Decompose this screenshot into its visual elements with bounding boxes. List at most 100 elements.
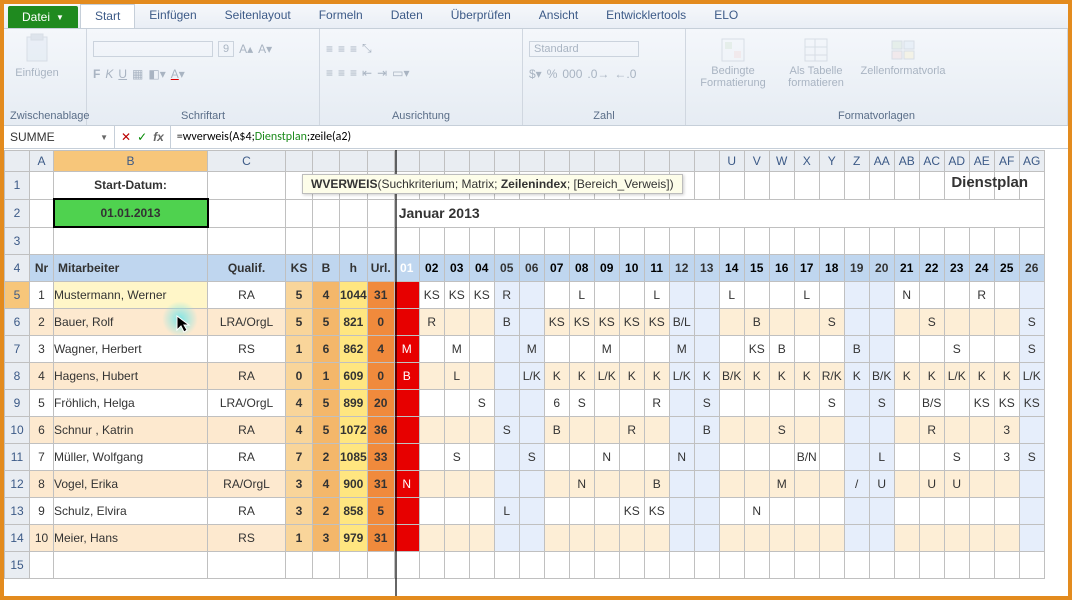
- cell-day[interactable]: [794, 498, 819, 525]
- paste-button[interactable]: Einfügen: [10, 33, 64, 79]
- cell-h[interactable]: 1072: [340, 417, 368, 444]
- cell-day[interactable]: [519, 309, 544, 336]
- cell-day[interactable]: B: [644, 471, 669, 498]
- cell-b[interactable]: 6: [313, 336, 340, 363]
- cell-day[interactable]: [1019, 471, 1044, 498]
- cell-day[interactable]: [744, 390, 769, 417]
- cell-day[interactable]: K: [794, 363, 819, 390]
- cell-day[interactable]: R/K: [819, 363, 844, 390]
- cell-day[interactable]: R: [644, 390, 669, 417]
- align-top-icon[interactable]: ≡: [326, 42, 333, 56]
- row-header-11[interactable]: 11: [5, 444, 30, 471]
- cell-day[interactable]: [769, 444, 794, 471]
- worksheet[interactable]: ABCUVWXYZAAABACADAEAFAG1Start-Datum:201.…: [4, 150, 1068, 596]
- cell-day[interactable]: [594, 498, 619, 525]
- col-header-A[interactable]: A: [30, 151, 54, 172]
- cell-b[interactable]: 4: [313, 471, 340, 498]
- cell-qual[interactable]: LRA/OrgL: [208, 309, 286, 336]
- cell-day[interactable]: [619, 282, 644, 309]
- cell-name[interactable]: Müller, Wolfgang: [54, 444, 208, 471]
- cell-day[interactable]: [819, 282, 844, 309]
- cell-day[interactable]: [819, 498, 844, 525]
- fx-icon[interactable]: fx: [153, 130, 164, 144]
- cell-b[interactable]: 3: [313, 525, 340, 552]
- cell-day[interactable]: [569, 498, 594, 525]
- cell-nr[interactable]: 9: [30, 498, 54, 525]
- cell-day[interactable]: 3: [994, 444, 1019, 471]
- cell-day[interactable]: R: [494, 282, 519, 309]
- cell-day[interactable]: S: [819, 390, 844, 417]
- cell-day[interactable]: KS: [644, 309, 669, 336]
- cell-nr[interactable]: 7: [30, 444, 54, 471]
- cell-day[interactable]: [519, 525, 544, 552]
- cell-day[interactable]: [994, 309, 1019, 336]
- cell-day[interactable]: [419, 498, 444, 525]
- number-format-combo[interactable]: Standard: [529, 41, 639, 57]
- cell-name[interactable]: Hagens, Hubert: [54, 363, 208, 390]
- cell-day[interactable]: [769, 390, 794, 417]
- cell-day[interactable]: [944, 498, 969, 525]
- cell-day[interactable]: [1019, 498, 1044, 525]
- tab-file[interactable]: Datei▼: [8, 6, 78, 28]
- row-header-5[interactable]: 5: [5, 282, 30, 309]
- tab-start[interactable]: Start: [80, 4, 135, 28]
- cell-qual[interactable]: LRA/OrgL: [208, 390, 286, 417]
- cell-day[interactable]: [919, 525, 944, 552]
- cell-h[interactable]: 862: [340, 336, 368, 363]
- col-header[interactable]: Z: [844, 151, 869, 172]
- cell-day[interactable]: L: [794, 282, 819, 309]
- cell-day[interactable]: S: [694, 390, 719, 417]
- grow-font-icon[interactable]: A▴: [239, 42, 253, 56]
- cell-styles-button[interactable]: Zellenformatvorla: [858, 37, 948, 77]
- cell-day[interactable]: K: [894, 363, 919, 390]
- col-header-B[interactable]: B: [54, 151, 208, 172]
- cell-qual[interactable]: RA: [208, 417, 286, 444]
- currency-icon[interactable]: $▾: [529, 67, 542, 81]
- row-header-4[interactable]: 4: [5, 255, 30, 282]
- cell-day[interactable]: B/L: [669, 309, 694, 336]
- cell-name[interactable]: Meier, Hans: [54, 525, 208, 552]
- cell-url[interactable]: 5: [367, 498, 394, 525]
- cell-day[interactable]: S: [869, 390, 894, 417]
- cell-day[interactable]: [444, 471, 469, 498]
- col-header[interactable]: [519, 151, 544, 172]
- cell-url[interactable]: 0: [367, 363, 394, 390]
- row-header-1[interactable]: 1: [5, 172, 30, 200]
- cell-day[interactable]: [919, 282, 944, 309]
- cell-day[interactable]: [694, 471, 719, 498]
- cell-day[interactable]: S: [944, 444, 969, 471]
- cell-qual[interactable]: RS: [208, 525, 286, 552]
- cell-day[interactable]: S: [519, 444, 544, 471]
- cell-day[interactable]: [444, 417, 469, 444]
- cell-url[interactable]: 4: [367, 336, 394, 363]
- accept-formula-button[interactable]: ✓: [137, 130, 147, 144]
- cell-day[interactable]: [994, 336, 1019, 363]
- cell-day[interactable]: [719, 498, 744, 525]
- cell-day[interactable]: [619, 525, 644, 552]
- cell-day[interactable]: [744, 444, 769, 471]
- cell-day[interactable]: M: [519, 336, 544, 363]
- row-header-6[interactable]: 6: [5, 309, 30, 336]
- cell-day[interactable]: [569, 417, 594, 444]
- cell-day[interactable]: L: [869, 444, 894, 471]
- cell-h[interactable]: 609: [340, 363, 368, 390]
- row-header-2[interactable]: 2: [5, 199, 30, 227]
- cell-day[interactable]: [894, 417, 919, 444]
- font-family-combo[interactable]: [93, 41, 213, 57]
- cell-day[interactable]: [594, 390, 619, 417]
- cell-day[interactable]: [894, 498, 919, 525]
- thousands-icon[interactable]: 000: [562, 67, 582, 81]
- cell-day[interactable]: K: [744, 363, 769, 390]
- cell-h[interactable]: 899: [340, 390, 368, 417]
- cell-day[interactable]: [469, 363, 494, 390]
- col-header[interactable]: V: [744, 151, 769, 172]
- tab-insert[interactable]: Einfügen: [135, 4, 210, 28]
- cell-day[interactable]: N: [744, 498, 769, 525]
- align-middle-icon[interactable]: ≡: [338, 42, 345, 56]
- cell-day[interactable]: [644, 444, 669, 471]
- underline-button[interactable]: U: [118, 67, 127, 81]
- cell-day[interactable]: K: [969, 363, 994, 390]
- cell-qual[interactable]: RA: [208, 498, 286, 525]
- col-header[interactable]: [594, 151, 619, 172]
- cell-day[interactable]: [844, 444, 869, 471]
